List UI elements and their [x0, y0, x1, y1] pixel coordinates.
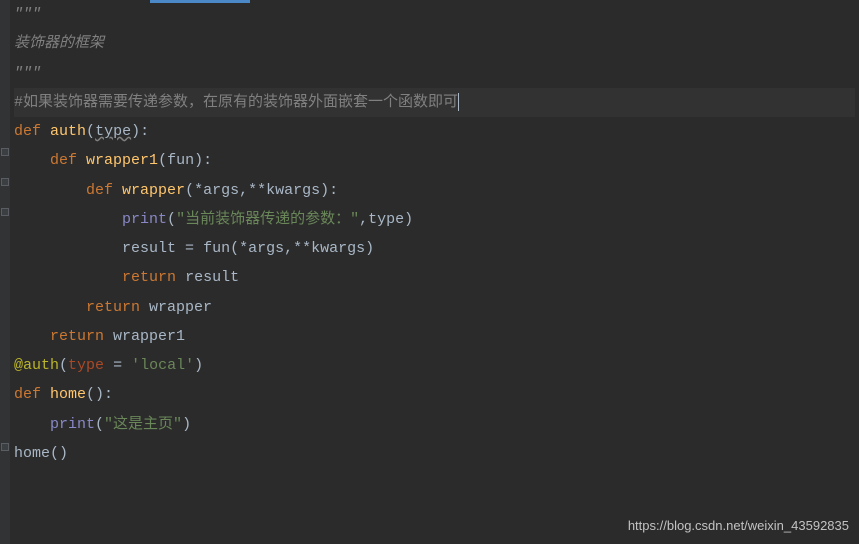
gutter: [0, 0, 10, 544]
decorator-kwarg: type: [68, 357, 104, 374]
docstring-delim: """: [14, 65, 41, 82]
decorator-at: @: [14, 357, 23, 374]
code-line-active: #如果装饰器需要传递参数，在原有的装饰器外面嵌套一个函数即可: [14, 88, 855, 117]
code-line: """: [14, 59, 855, 88]
code-line: result = fun(*args,**kwargs): [14, 234, 855, 263]
docstring-text: 装饰器的框架: [14, 35, 104, 52]
identifier: type: [368, 211, 404, 228]
code-line: 装饰器的框架: [14, 29, 855, 58]
param: type: [95, 123, 131, 140]
code-line: def home():: [14, 380, 855, 409]
comment: #如果装饰器需要传递参数，在原有的装饰器外面嵌套一个函数即可: [14, 94, 458, 111]
identifier: result: [122, 240, 176, 257]
tab-indicator: [150, 0, 250, 3]
function-name: wrapper: [122, 182, 185, 199]
code-line: """: [14, 0, 855, 29]
string-literal: "这是主页": [104, 416, 182, 433]
builtin-print: print: [50, 416, 95, 433]
code-line: def wrapper(*args,**kwargs):: [14, 176, 855, 205]
fold-marker[interactable]: [1, 178, 9, 186]
code-line: print("这是主页"): [14, 410, 855, 439]
param: **kwargs: [293, 240, 365, 257]
keyword-return: return: [86, 299, 140, 316]
string-literal: 'local': [131, 357, 194, 374]
function-call: home: [14, 445, 50, 462]
fold-marker[interactable]: [1, 208, 9, 216]
param: *args: [239, 240, 284, 257]
watermark: https://blog.csdn.net/weixin_43592835: [628, 513, 849, 538]
code-area[interactable]: """ 装饰器的框架 """ #如果装饰器需要传递参数，在原有的装饰器外面嵌套一…: [10, 0, 859, 544]
param: *args: [194, 182, 239, 199]
string-literal: "当前装饰器传递的参数：": [176, 211, 359, 228]
code-line: def wrapper1(fun):: [14, 146, 855, 175]
code-line: def auth(type):: [14, 117, 855, 146]
function-name: home: [50, 386, 86, 403]
keyword-def: def: [50, 152, 77, 169]
code-editor[interactable]: """ 装饰器的框架 """ #如果装饰器需要传递参数，在原有的装饰器外面嵌套一…: [0, 0, 859, 544]
param: **kwargs: [248, 182, 320, 199]
keyword-return: return: [122, 269, 176, 286]
function-name: auth: [50, 123, 86, 140]
code-line: return wrapper1: [14, 322, 855, 351]
fold-marker[interactable]: [1, 443, 9, 451]
identifier: wrapper: [149, 299, 212, 316]
builtin-print: print: [122, 211, 167, 228]
decorator-name: auth: [23, 357, 59, 374]
identifier: wrapper1: [113, 328, 185, 345]
code-line: return result: [14, 263, 855, 292]
param: fun: [167, 152, 194, 169]
function-name: wrapper1: [86, 152, 158, 169]
keyword-def: def: [86, 182, 113, 199]
fold-marker[interactable]: [1, 148, 9, 156]
cursor: [458, 93, 459, 111]
code-line: home(): [14, 439, 855, 468]
identifier: fun: [203, 240, 230, 257]
docstring-delim: """: [14, 6, 41, 23]
code-line: print("当前装饰器传递的参数：",type): [14, 205, 855, 234]
keyword-def: def: [14, 386, 41, 403]
keyword-def: def: [14, 123, 41, 140]
code-line: return wrapper: [14, 293, 855, 322]
keyword-return: return: [50, 328, 104, 345]
code-line: @auth(type = 'local'): [14, 351, 855, 380]
identifier: result: [185, 269, 239, 286]
